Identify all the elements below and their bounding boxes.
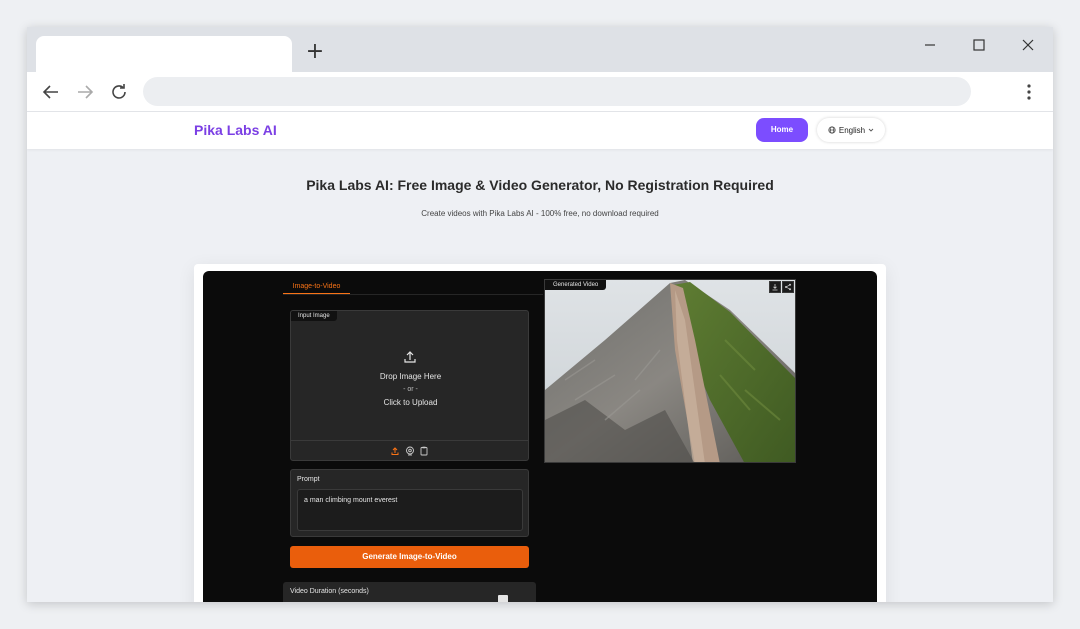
new-tab-button[interactable]: + [304,41,326,63]
chevron-down-icon [868,128,874,132]
tab-divider [283,294,543,295]
language-selector[interactable]: English [817,118,885,142]
browser-tab[interactable] [36,36,292,72]
generated-video-panel: Generated Video [544,279,796,463]
webcam-icon[interactable] [405,446,415,456]
input-image-label: Input Image [291,311,337,321]
generate-button[interactable]: Generate Image-to-Video [290,546,529,568]
maximize-icon[interactable] [968,34,990,56]
minimize-icon[interactable] [919,34,941,56]
close-icon[interactable] [1017,34,1039,56]
back-arrow-icon[interactable] [39,80,63,104]
tab-image-to-video[interactable]: Image-to-Video [283,279,350,294]
prompt-label: Prompt [297,476,320,483]
upload-source-bar [291,440,528,461]
forward-arrow-icon[interactable] [73,80,97,104]
title-bar: + [27,27,1053,72]
upload-file-icon[interactable] [390,446,400,456]
site-logo[interactable]: Pika Labs AI [194,122,277,138]
browser-window: + Pika Labs AI Home English Pika Labs AI… [27,27,1053,602]
download-glyph [772,284,778,291]
generator-app: Image-to-Video Input Image Drop Image He… [203,271,877,602]
video-toolbar [769,281,794,293]
reload-icon[interactable] [107,80,131,104]
app-card: Image-to-Video Input Image Drop Image He… [194,264,886,602]
address-bar[interactable] [143,77,971,106]
home-button[interactable]: Home [756,118,808,142]
globe-icon [828,126,836,134]
web-page: Pika Labs AI Home English Pika Labs AI: … [27,112,1053,602]
site-header: Pika Labs AI Home English [27,112,1053,149]
more-vert-icon[interactable] [1019,80,1039,104]
drop-instructions: Drop Image Here - or - Click to Upload [291,370,530,409]
share-glyph [785,283,791,291]
generated-video-frame[interactable] [545,280,796,463]
clipboard-icon[interactable] [419,446,429,456]
language-label: English [838,125,866,135]
image-upload-dropzone[interactable]: Input Image Drop Image Here - or - Click… [290,310,529,461]
generated-video-label: Generated Video [545,280,607,290]
browser-toolbar [27,72,1053,112]
prompt-panel: Prompt a man climbing mount everest [290,469,529,537]
drop-line-2: - or - [403,386,418,393]
prompt-input[interactable]: a man climbing mount everest [297,489,523,531]
page-title: Pika Labs AI: Free Image & Video Generat… [306,177,774,193]
page-subtitle: Create videos with Pika Labs AI - 100% f… [421,209,659,218]
download-icon[interactable] [769,281,781,293]
video-duration-label: Video Duration (seconds) [290,588,369,595]
drop-line-1: Drop Image Here [379,372,442,381]
drop-line-3: Click to Upload [383,398,438,407]
duration-reset-icon[interactable] [498,595,508,602]
share-icon[interactable] [782,281,794,293]
upload-icon [404,351,416,363]
video-duration-panel: Video Duration (seconds) [283,582,536,602]
